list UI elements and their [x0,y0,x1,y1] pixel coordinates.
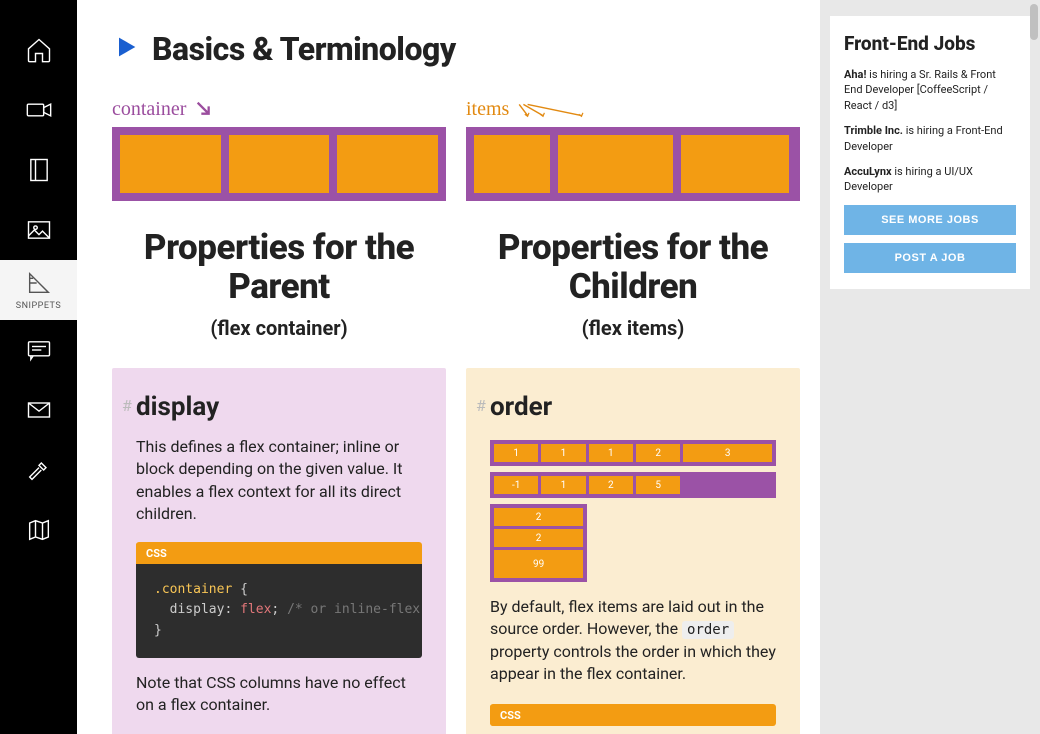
see-more-jobs-button[interactable]: SEE MORE JOBS [844,205,1016,235]
arrow-down-right-icon [192,99,218,121]
play-icon[interactable] [112,33,140,65]
sidebar-item-label: SNIPPETS [16,301,61,311]
gallery-icon [25,216,53,244]
card-note: Note that CSS columns have no effect on … [136,672,422,717]
order-box: 1 [541,444,585,462]
section-header: Basics & Terminology [112,30,800,68]
column-heading: Properties for the Parent (flex containe… [112,229,446,340]
scrollbar-thumb[interactable] [1030,4,1038,40]
code-block: CSS .container { display: flex; /* or in… [136,542,422,658]
order-row: 1 1 1 2 3 [490,440,776,466]
order-box: 2 [589,476,633,494]
hammer-icon [25,456,53,484]
diagram-item [229,135,330,193]
video-icon [25,96,53,124]
card-display: #display This defines a flex container; … [112,368,446,734]
order-box: 2 [636,444,680,462]
column-parent: container Properties for the Parent (fle… [112,98,446,734]
job-listing[interactable]: Aha! is hiring a Sr. Rails & Front End D… [844,67,1016,113]
sidebar-item-chat[interactable] [0,320,77,380]
chat-icon [25,336,53,364]
items-diagram [466,127,800,201]
order-box: 2 [494,508,583,526]
diagram-item [558,135,672,193]
order-box: 2 [494,529,583,547]
job-listing[interactable]: Trimble Inc. is hiring a Front-End Devel… [844,123,1016,154]
diagram-label-container: container [112,98,446,121]
main-content: Basics & Terminology container Propertie… [77,0,820,734]
map-icon [25,516,53,544]
order-row: 2 2 99 [490,504,587,582]
column-subtitle: (flex items) [466,316,800,340]
diagram-item [120,135,221,193]
card-title: #order [490,392,776,422]
order-box: 1 [589,444,633,462]
order-box: 3 [683,444,772,462]
section-title: Basics & Terminology [152,30,456,68]
sidebar-item-map[interactable] [0,500,77,560]
sidebar-item-home[interactable] [0,20,77,80]
diagram-item [337,135,438,193]
column-title: Properties for the Parent [112,229,446,306]
order-box: -1 [494,476,538,494]
diagram-label-items: items [466,98,800,121]
snippets-icon [25,269,53,297]
card-intro: This defines a flex container; inline or… [136,436,422,526]
anchor-hash[interactable]: # [122,396,132,415]
card-order: #order 1 1 1 2 3 -1 1 2 [466,368,800,734]
aside: Front-End Jobs Aha! is hiring a Sr. Rail… [820,0,1040,734]
order-box-empty [683,476,772,494]
sidebar: SNIPPETS [0,0,77,734]
diagram-label-text: items [466,98,509,121]
mail-icon [25,396,53,424]
order-box: 1 [494,444,538,462]
order-row: -1 1 2 5 [490,472,776,498]
sidebar-item-snippets[interactable]: SNIPPETS [0,260,77,320]
jobs-card: Front-End Jobs Aha! is hiring a Sr. Rail… [830,16,1030,289]
anchor-hash[interactable]: # [476,396,486,415]
column-subtitle: (flex container) [112,316,446,340]
column-heading: Properties for the Children (flex items) [466,229,800,340]
inline-code: order [682,621,734,639]
code-block: CSS [490,704,776,726]
order-diagram: 1 1 1 2 3 -1 1 2 5 [490,440,776,582]
code-lang-badge: CSS [136,543,177,564]
order-box: 99 [494,550,583,578]
column-children: items Properties for the Children (flex … [466,98,800,734]
column-title: Properties for the Children [466,229,800,306]
aside-heading: Front-End Jobs [844,32,1016,55]
code-content: .container { display: flex; /* or inline… [136,564,422,658]
code-lang-badge: CSS [490,705,531,726]
diagram-item [474,135,550,193]
card-title: #display [136,392,422,422]
container-diagram [112,127,446,201]
book-icon [25,156,53,184]
sidebar-item-book[interactable] [0,140,77,200]
sidebar-item-gallery[interactable] [0,200,77,260]
sidebar-item-mail[interactable] [0,380,77,440]
job-listing[interactable]: AccuLynx is hiring a UI/UX Developer [844,164,1016,195]
card-desc: By default, flex items are laid out in t… [490,596,776,686]
sidebar-item-video[interactable] [0,80,77,140]
sidebar-item-hammer[interactable] [0,440,77,500]
home-icon [25,36,53,64]
order-box: 1 [541,476,585,494]
diagram-label-text: container [112,98,186,121]
post-a-job-button[interactable]: POST A JOB [844,243,1016,273]
arrows-icon [515,99,585,121]
diagram-item [681,135,789,193]
order-box: 5 [636,476,680,494]
